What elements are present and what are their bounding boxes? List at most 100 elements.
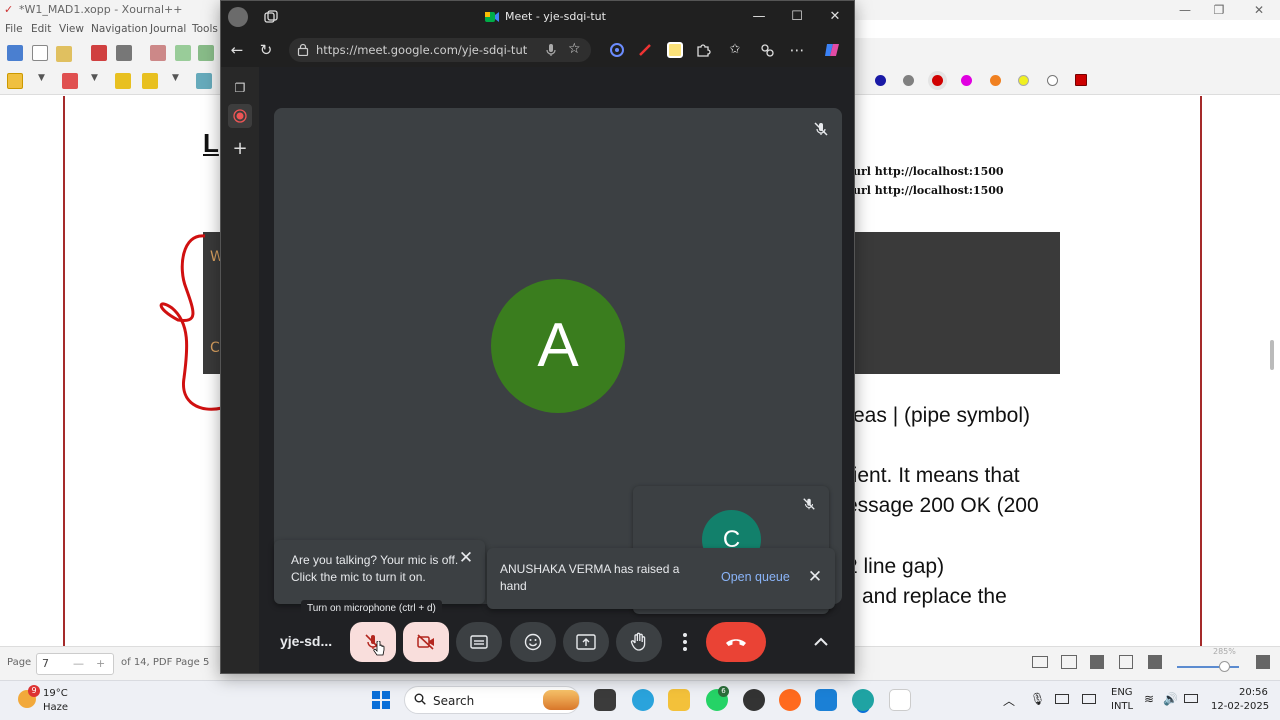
- menu-journal[interactable]: Journal: [150, 23, 186, 35]
- pen-tool-icon[interactable]: [7, 73, 23, 89]
- color-swatch-gray[interactable]: [903, 75, 914, 86]
- eraser-tool-icon[interactable]: [62, 73, 78, 89]
- menu-view[interactable]: View: [59, 23, 84, 35]
- keyboard-tray-icon[interactable]: [1055, 694, 1069, 704]
- cut-icon[interactable]: [150, 45, 166, 61]
- obs-icon[interactable]: [743, 689, 765, 711]
- zoom-out-icon[interactable]: [1148, 655, 1162, 669]
- extension-note-icon[interactable]: [667, 42, 683, 58]
- copilot-icon[interactable]: [823, 41, 841, 59]
- xournal-minimize-button[interactable]: —: [1166, 0, 1204, 20]
- page-increment-button[interactable]: +: [96, 657, 105, 670]
- xournal-maximize-button[interactable]: ❐: [1200, 0, 1238, 20]
- hand-toast-close-icon[interactable]: ✕: [805, 567, 825, 587]
- more-menu-icon[interactable]: ⋯: [788, 41, 806, 59]
- leave-call-button[interactable]: [706, 622, 766, 662]
- mic-toast-close-icon[interactable]: ✕: [456, 548, 476, 568]
- tab-meet-recording[interactable]: [228, 104, 252, 128]
- text-tool-icon[interactable]: [142, 73, 158, 89]
- tab-actions-icon[interactable]: ❐: [228, 76, 252, 100]
- lock-icon[interactable]: [297, 43, 309, 56]
- wifi-icon[interactable]: ≋: [1144, 692, 1154, 706]
- captions-button[interactable]: [456, 622, 502, 662]
- chevron-up-icon[interactable]: [809, 630, 833, 654]
- battery-icon[interactable]: [1184, 694, 1198, 703]
- profile-avatar[interactable]: [228, 7, 248, 27]
- color-swatch-yellow[interactable]: [1018, 75, 1029, 86]
- language-line1[interactable]: ENG: [1111, 687, 1133, 698]
- favorite-star-icon[interactable]: ☆: [568, 41, 584, 57]
- color-swatch-white[interactable]: [1047, 75, 1058, 86]
- color-swatch-red-selected[interactable]: [932, 75, 943, 86]
- more-options-icon[interactable]: [673, 627, 697, 657]
- edge-minimize-button[interactable]: —: [740, 1, 778, 33]
- zoom-100-icon[interactable]: [1090, 655, 1104, 669]
- menu-edit[interactable]: Edit: [31, 23, 51, 35]
- page-decrement-button[interactable]: —: [73, 657, 84, 670]
- windows-start-icon[interactable]: [372, 691, 390, 709]
- firefox-icon[interactable]: [779, 689, 801, 711]
- task-view-icon[interactable]: [594, 689, 616, 711]
- file-explorer-icon[interactable]: [668, 689, 690, 711]
- copy-icon[interactable]: [175, 45, 191, 61]
- present-screen-button[interactable]: [563, 622, 609, 662]
- telegram-icon[interactable]: [632, 689, 654, 711]
- color-swatch-blue[interactable]: [875, 75, 886, 86]
- camera-toggle-button[interactable]: [403, 622, 449, 662]
- weather-condition[interactable]: Haze: [43, 702, 68, 713]
- custom-color-icon[interactable]: [1075, 74, 1087, 86]
- edge-icon[interactable]: [852, 689, 874, 711]
- paste-icon[interactable]: [198, 45, 214, 61]
- address-mic-icon[interactable]: [544, 42, 558, 58]
- color-swatch-orange[interactable]: [990, 75, 1001, 86]
- vscode-icon[interactable]: [815, 689, 837, 711]
- menu-file[interactable]: File: [5, 23, 23, 35]
- taskbar-search[interactable]: Search: [404, 686, 580, 714]
- page-number-stepper[interactable]: 7 — +: [36, 653, 114, 675]
- refresh-icon[interactable]: ↻: [257, 41, 275, 59]
- favorites-icon[interactable]: ✩: [726, 41, 744, 59]
- extensions-puzzle-icon[interactable]: [695, 42, 711, 58]
- open-folder-icon[interactable]: [56, 46, 72, 62]
- image-tool-icon[interactable]: [196, 73, 212, 89]
- new-tab-plus-icon[interactable]: +: [228, 137, 252, 161]
- menu-navigation[interactable]: Navigation: [91, 23, 148, 35]
- weather-temperature[interactable]: 19°C: [43, 688, 68, 699]
- page-number-value[interactable]: 7: [42, 657, 49, 670]
- microphone-tray-icon[interactable]: 🎙: [1030, 692, 1045, 706]
- pen-options-chevron-icon[interactable]: ▼: [38, 73, 45, 83]
- color-swatch-magenta[interactable]: [961, 75, 972, 86]
- extension-circle-icon[interactable]: [609, 42, 625, 58]
- collections-icon[interactable]: [759, 42, 775, 58]
- xournal-close-button[interactable]: ✕: [1240, 0, 1278, 20]
- presentation-mode-icon[interactable]: [1061, 655, 1077, 669]
- zoom-fit-icon[interactable]: [1119, 655, 1133, 669]
- export-pdf-icon[interactable]: [91, 45, 107, 61]
- raise-hand-button[interactable]: [616, 622, 662, 662]
- zoom-in-icon[interactable]: [1256, 655, 1270, 669]
- highlighter-tool-icon[interactable]: [115, 73, 131, 89]
- reactions-button[interactable]: [510, 622, 556, 662]
- pair-pages-icon[interactable]: [1032, 656, 1048, 668]
- volume-icon[interactable]: 🔊: [1163, 692, 1178, 706]
- meeting-code[interactable]: yje-sd...: [280, 633, 332, 649]
- xournal-taskbar-icon[interactable]: [889, 689, 911, 711]
- back-arrow-icon[interactable]: ←: [228, 41, 246, 59]
- clock-time[interactable]: 20:56: [1239, 687, 1268, 698]
- tray-overflow-chevron-icon[interactable]: ︿: [1003, 692, 1015, 709]
- vertical-scrollbar[interactable]: [1270, 340, 1274, 370]
- menu-tools[interactable]: Tools: [192, 23, 218, 35]
- eraser-options-chevron-icon[interactable]: ▼: [91, 73, 98, 83]
- workspaces-icon[interactable]: [263, 9, 279, 25]
- new-document-icon[interactable]: [32, 45, 48, 61]
- address-bar[interactable]: https://meet.google.com/yje-sdqi-tut ☆: [289, 38, 591, 62]
- language-line2[interactable]: INTL: [1111, 701, 1133, 712]
- edge-close-button[interactable]: ✕: [816, 1, 854, 33]
- save-icon[interactable]: [7, 45, 23, 61]
- text-options-chevron-icon[interactable]: ▼: [172, 73, 179, 83]
- display-tray-icon[interactable]: [1082, 694, 1096, 704]
- print-icon[interactable]: [116, 45, 132, 61]
- clock-date[interactable]: 12-02-2025: [1211, 701, 1269, 712]
- extension-pen-icon[interactable]: [637, 42, 653, 58]
- open-queue-button[interactable]: Open queue: [721, 570, 790, 584]
